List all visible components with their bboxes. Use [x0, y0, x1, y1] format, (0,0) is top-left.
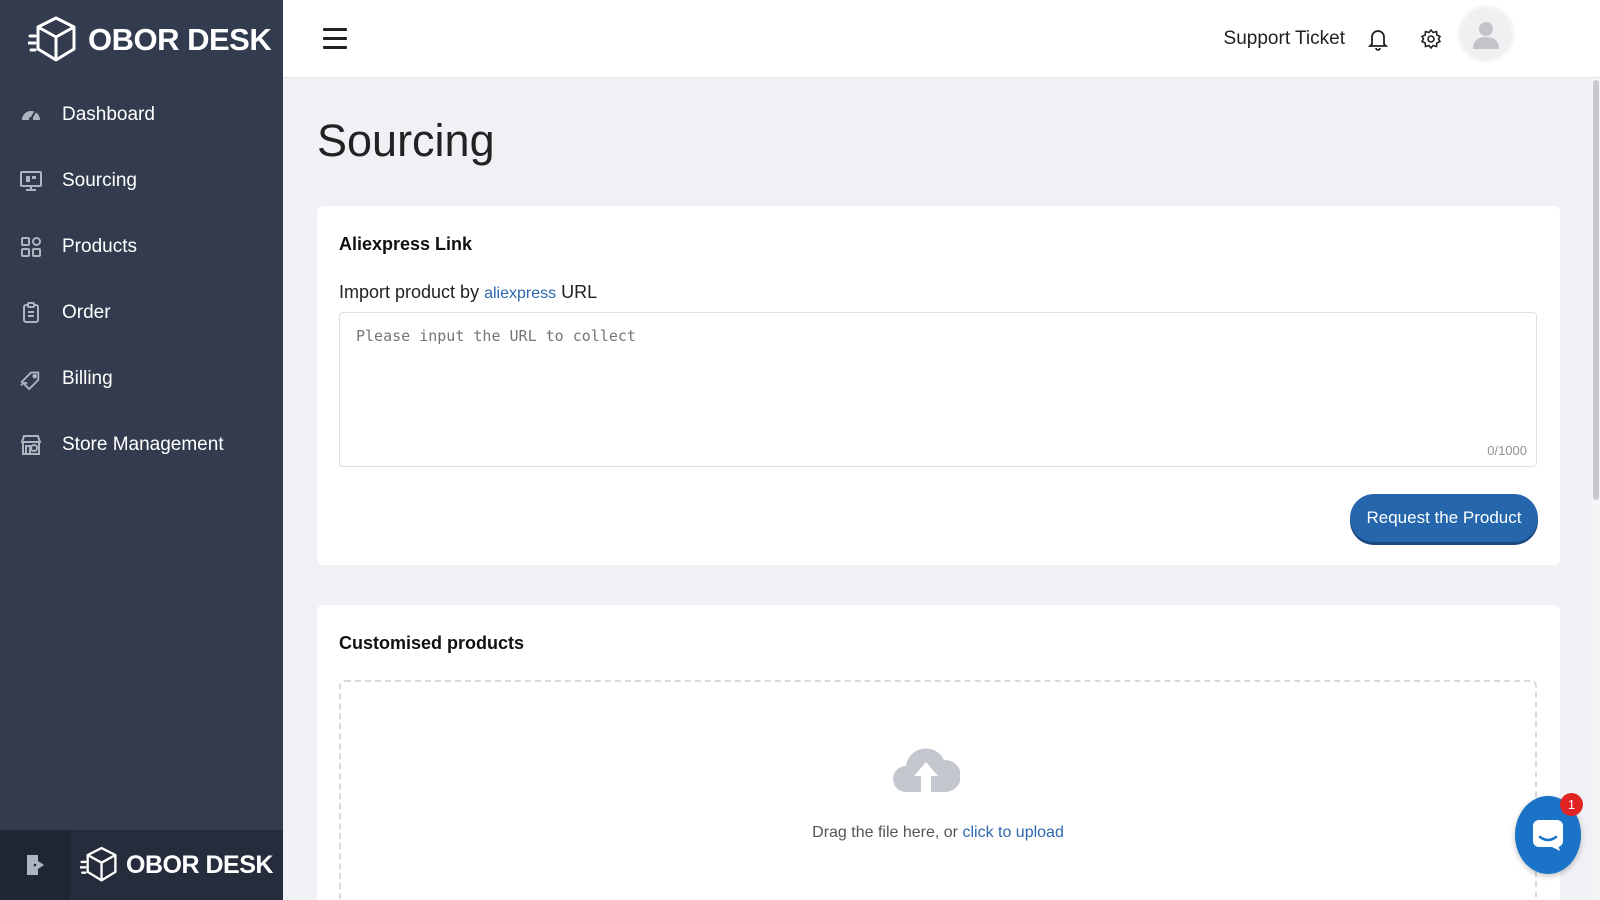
sidebar-item-billing[interactable]: Billing: [0, 346, 283, 412]
sidebar-item-label: Sourcing: [62, 170, 137, 191]
url-input[interactable]: [339, 312, 1537, 467]
user-icon: [1473, 22, 1499, 49]
card-title: Aliexpress Link: [339, 234, 473, 254]
scrollbar-thumb[interactable]: [1593, 80, 1599, 500]
aliexpress-link-card: Aliexpress Link Import product by aliexp…: [317, 206, 1560, 565]
character-counter: 0/1000: [1487, 443, 1527, 458]
page-scrollbar[interactable]: [1592, 78, 1600, 900]
footer-brand-name: OBOR DESK: [126, 850, 273, 879]
avatar[interactable]: [1460, 8, 1512, 60]
sidebar-item-label: Billing: [62, 368, 113, 389]
chat-icon: [1533, 820, 1563, 851]
gear-icon[interactable]: [1420, 28, 1442, 55]
file-upload-dropzone[interactable]: Drag the file here, or click to upload: [339, 680, 1537, 900]
cloud-upload-icon: [892, 734, 962, 801]
sidebar-item-order[interactable]: Order: [0, 280, 283, 346]
sidebar-item-label: Products: [62, 236, 137, 257]
chat-notification-badge: 1: [1560, 793, 1583, 816]
aliexpress-link[interactable]: aliexpress: [484, 285, 556, 302]
sidebar-item-label: Order: [62, 302, 111, 323]
menu-toggle-icon[interactable]: [323, 28, 347, 50]
products-icon: [20, 236, 42, 258]
sidebar-item-label: Dashboard: [62, 104, 155, 125]
brand-name: OBOR DESK: [88, 22, 272, 57]
cube-logo-icon: [80, 846, 117, 882]
customised-products-card: Customised products Drag the file here, …: [317, 605, 1560, 900]
store-icon: [20, 434, 42, 456]
page-title: Sourcing: [317, 115, 495, 166]
sidebar-nav: Dashboard Sourcing Products Order Billin…: [0, 82, 283, 478]
sidebar-footer: OBOR DESK: [0, 830, 283, 900]
sidebar-item-products[interactable]: Products: [0, 214, 283, 280]
sidebar: OBOR DESK Dashboard Sourcing Products Or…: [0, 0, 283, 900]
brand-logo[interactable]: OBOR DESK: [28, 14, 272, 66]
footer-brand-logo: OBOR DESK: [70, 830, 283, 900]
card-title: Customised products: [339, 633, 525, 653]
sourcing-icon: [20, 170, 42, 192]
sidebar-item-sourcing[interactable]: Sourcing: [0, 148, 283, 214]
logout-icon: [27, 855, 44, 875]
logout-button[interactable]: [0, 830, 70, 900]
import-label-prefix: Import product by: [339, 282, 480, 302]
billing-icon: [20, 368, 42, 390]
click-to-upload-link[interactable]: click to upload: [962, 824, 1063, 841]
sidebar-item-label: Store Management: [62, 434, 224, 455]
dashboard-icon: [20, 104, 42, 126]
order-icon: [20, 302, 42, 324]
import-label-suffix: URL: [561, 282, 598, 302]
bell-icon[interactable]: [1367, 27, 1389, 56]
top-header: Support Ticket: [283, 0, 1600, 78]
sidebar-item-store-management[interactable]: Store Management: [0, 412, 283, 478]
upload-text: Drag the file here, or click to upload: [341, 824, 1535, 842]
sidebar-item-dashboard[interactable]: Dashboard: [0, 82, 283, 148]
import-label: Import product by aliexpress URL: [339, 282, 597, 303]
request-product-button[interactable]: Request the Product: [1350, 494, 1538, 542]
support-ticket-link[interactable]: Support Ticket: [1224, 28, 1345, 50]
upload-text-prefix: Drag the file here, or: [812, 824, 958, 841]
cube-logo-icon: [28, 16, 76, 62]
